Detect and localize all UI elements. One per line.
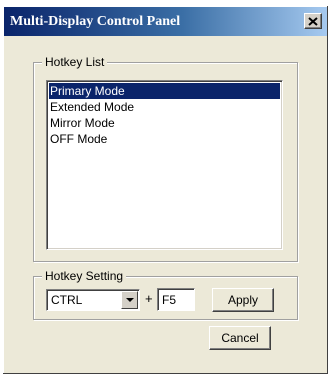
window-title: Multi-Display Control Panel [10, 14, 181, 29]
hotkey-setting-label: Hotkey Setting [42, 269, 127, 283]
apply-button[interactable]: Apply [212, 288, 274, 312]
close-button[interactable] [304, 13, 322, 29]
list-item-mirror-mode[interactable]: Mirror Mode [49, 115, 280, 131]
hotkey-key-input[interactable] [157, 288, 195, 311]
modifier-value: CTRL [51, 293, 83, 307]
list-item-off-mode[interactable]: OFF Mode [49, 131, 280, 147]
hotkey-list-label: Hotkey List [42, 55, 108, 69]
close-icon [308, 16, 318, 26]
list-item-extended-mode[interactable]: Extended Mode [49, 99, 280, 115]
modifier-dropdown-button[interactable] [121, 291, 138, 309]
hotkey-listbox[interactable]: Primary Mode Extended Mode Mirror Mode O… [46, 80, 283, 250]
modifier-select[interactable]: CTRL [46, 289, 140, 311]
plus-sign: + [145, 291, 153, 306]
list-item-primary-mode[interactable]: Primary Mode [49, 83, 280, 99]
dialog-window: Multi-Display Control Panel Hotkey List … [2, 5, 329, 375]
chevron-down-icon [125, 297, 134, 302]
hotkey-setting-group: Hotkey Setting CTRL + Apply [33, 269, 298, 320]
cancel-button[interactable]: Cancel [209, 326, 271, 350]
title-bar[interactable]: Multi-Display Control Panel [4, 7, 327, 36]
hotkey-list-group: Hotkey List Primary Mode Extended Mode M… [33, 55, 298, 262]
